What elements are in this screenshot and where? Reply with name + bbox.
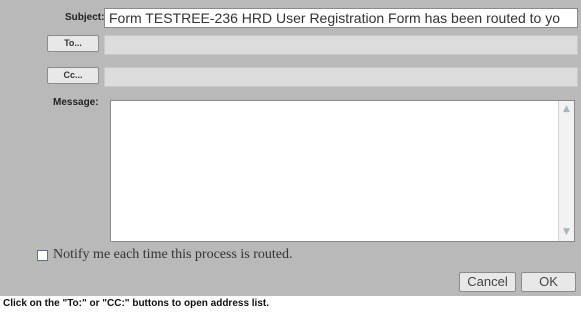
message-textarea[interactable]: ▲ ▼ — [110, 100, 575, 242]
address-hint-text: Click on the "To:" or "CC:" buttons to o… — [3, 298, 270, 309]
scroll-down-arrow-icon[interactable]: ▼ — [561, 227, 572, 238]
to-button[interactable]: To... — [47, 35, 99, 52]
cc-button[interactable]: Cc... — [47, 67, 99, 84]
routing-form-panel: Subject: Form TESTREE-236 HRD User Regis… — [0, 0, 581, 296]
message-label: Message: — [53, 97, 99, 108]
scroll-up-arrow-icon[interactable]: ▲ — [561, 104, 572, 115]
subject-label: Subject: — [65, 12, 105, 23]
message-scrollbar[interactable]: ▲ ▼ — [558, 101, 574, 241]
notify-label: Notify me each time this process is rout… — [53, 247, 293, 262]
to-field[interactable] — [104, 35, 578, 55]
subject-field[interactable]: Form TESTREE-236 HRD User Registration F… — [104, 8, 578, 28]
ok-button[interactable]: OK — [521, 272, 576, 292]
cancel-button[interactable]: Cancel — [459, 272, 516, 292]
cc-field[interactable] — [104, 67, 578, 87]
notify-checkbox[interactable] — [37, 250, 48, 261]
